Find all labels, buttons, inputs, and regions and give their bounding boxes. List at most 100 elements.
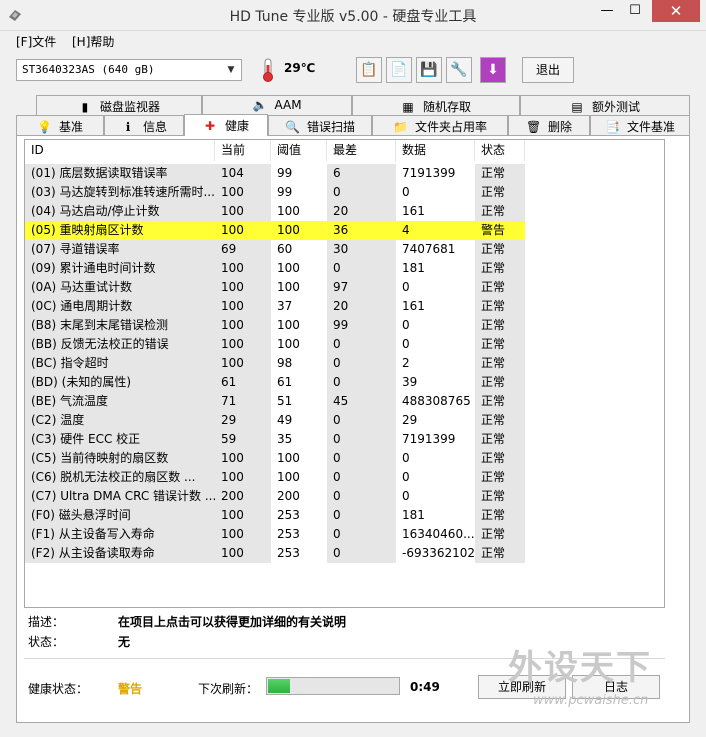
tab-benchmark[interactable]: 💡 基准 bbox=[16, 115, 104, 135]
table-row[interactable]: (09) 累计通电时间计数 100 100 0 181 正常 bbox=[25, 259, 525, 278]
table-row[interactable]: (F1) 从主设备写入寿命 100 253 0 16340460... 正常 bbox=[25, 525, 525, 544]
cell-current: 69 bbox=[215, 240, 271, 259]
cell-id: (C3) 硬件 ECC 校正 bbox=[25, 430, 215, 449]
save-button[interactable]: 💾 bbox=[416, 57, 442, 83]
table-row[interactable]: (0A) 马达重试计数 100 100 97 0 正常 bbox=[25, 278, 525, 297]
cell-current: 100 bbox=[215, 316, 271, 335]
header-status[interactable]: 状态 bbox=[475, 140, 525, 161]
cell-status: 正常 bbox=[475, 468, 525, 487]
cell-status: 正常 bbox=[475, 183, 525, 202]
table-row[interactable]: (C7) Ultra DMA CRC 错误计数 ... 200 200 0 0 正常 bbox=[25, 487, 525, 506]
cell-current: 100 bbox=[215, 525, 271, 544]
header-worst[interactable]: 最差 bbox=[327, 140, 396, 161]
table-row[interactable]: (07) 寻道错误率 69 60 30 7407681 正常 bbox=[25, 240, 525, 259]
tab-file-benchmark[interactable]: 📑 文件基准 bbox=[590, 115, 690, 135]
table-row[interactable]: (B8) 末尾到末尾错误检测 100 100 99 0 正常 bbox=[25, 316, 525, 335]
table-row[interactable]: (F0) 磁头悬浮时间 100 253 0 181 正常 bbox=[25, 506, 525, 525]
description-value: 在项目上点击可以获得更加详细的有关说明 bbox=[118, 615, 347, 629]
header-id[interactable]: ID bbox=[25, 140, 215, 161]
cell-worst: 0 bbox=[327, 335, 396, 354]
table-row[interactable]: (BE) 气流温度 71 51 45 488308765 正常 bbox=[25, 392, 525, 411]
cell-worst: 97 bbox=[327, 278, 396, 297]
cell-current: 200 bbox=[215, 487, 271, 506]
cell-id: (BC) 指令超时 bbox=[25, 354, 215, 373]
menu-help[interactable]: [H]帮助 bbox=[72, 33, 114, 50]
cell-current: 100 bbox=[215, 449, 271, 468]
exit-button[interactable]: 退出 bbox=[522, 57, 574, 83]
cell-current: 100 bbox=[221, 223, 244, 237]
table-row[interactable]: (04) 马达启动/停止计数 100 100 20 161 正常 bbox=[25, 202, 525, 221]
maximize-button[interactable]: ☐ bbox=[622, 0, 648, 22]
options-button[interactable]: 🔧 bbox=[446, 57, 472, 83]
refresh-progress-bar bbox=[266, 677, 400, 695]
cell-current: 100 bbox=[215, 259, 271, 278]
cell-id: (0A) 马达重试计数 bbox=[25, 278, 215, 297]
drive-select[interactable]: ST3640323AS (640 gB) ▼ bbox=[16, 59, 242, 81]
copy-info-button[interactable]: 📋 bbox=[356, 57, 382, 83]
table-row[interactable]: (05) 重映射扇区计数 100 100 36 4 警告 bbox=[25, 221, 525, 240]
table-row[interactable]: (03) 马达旋转到标准转速所需时... 100 99 0 0 正常 bbox=[25, 183, 525, 202]
cell-data: 181 bbox=[402, 261, 425, 275]
cell-threshold: 100 bbox=[277, 451, 300, 465]
header-data[interactable]: 数据 bbox=[396, 140, 475, 161]
cell-current: 100 bbox=[215, 354, 271, 373]
tab-folder-usage[interactable]: 📁 文件夹占用率 bbox=[372, 115, 508, 135]
tab-health[interactable]: ✚ 健康 bbox=[184, 114, 268, 136]
tab-erase[interactable]: 🗑 删除 bbox=[508, 115, 590, 135]
bar-chart-icon: ▮ bbox=[81, 100, 89, 114]
cell-worst: 20 bbox=[327, 297, 396, 316]
tab-random-access[interactable]: ▦ 随机存取 bbox=[352, 95, 520, 115]
close-button[interactable]: ✕ bbox=[652, 0, 700, 22]
cell-worst: 0 bbox=[327, 544, 396, 563]
cell-id: (04) 马达启动/停止计数 bbox=[25, 202, 215, 221]
table-row[interactable]: (BC) 指令超时 100 98 0 2 正常 bbox=[25, 354, 525, 373]
cell-threshold: 200 bbox=[277, 489, 300, 503]
cell-status: 警告 bbox=[481, 223, 506, 237]
chevron-down-icon: ▼ bbox=[227, 65, 235, 75]
cell-status: 正常 bbox=[475, 544, 525, 563]
menu-file[interactable]: [F]文件 bbox=[16, 33, 56, 50]
health-status-value: 警告 bbox=[118, 682, 143, 696]
cell-current: 29 bbox=[215, 411, 271, 430]
cell-id: (05) 重映射扇区计数 bbox=[31, 223, 144, 237]
table-row[interactable]: (C5) 当前待映射的扇区数 100 100 0 0 正常 bbox=[25, 449, 525, 468]
tab-disk-monitor[interactable]: ▮ 磁盘监视器 bbox=[36, 95, 202, 115]
header-current[interactable]: 当前 bbox=[215, 140, 271, 161]
tab-error-scan[interactable]: 🔍 错误扫描 bbox=[268, 115, 372, 135]
cell-current: 100 bbox=[215, 544, 271, 563]
extra-test-icon: ▤ bbox=[571, 100, 583, 114]
cell-status: 正常 bbox=[475, 487, 525, 506]
cell-id: (F0) 磁头悬浮时间 bbox=[25, 506, 215, 525]
cell-worst: 6 bbox=[327, 164, 396, 183]
description-label: 描述： bbox=[28, 615, 65, 629]
table-row[interactable]: (BD) (未知的属性) 61 61 0 39 正常 bbox=[25, 373, 525, 392]
cell-status: 正常 bbox=[475, 506, 525, 525]
cell-threshold: 100 bbox=[277, 204, 300, 218]
smart-table[interactable]: ID 当前 阈值 最差 数据 状态 (01) 底层数据读取错误率 104 99 6 71… bbox=[24, 139, 665, 608]
cell-status: 正常 bbox=[475, 525, 525, 544]
temperature-readout: 29℃ bbox=[284, 61, 316, 75]
minimize-button[interactable]: — bbox=[594, 0, 620, 22]
table-row[interactable]: (C2) 温度 29 49 0 29 正常 bbox=[25, 411, 525, 430]
header-threshold[interactable]: 阈值 bbox=[271, 140, 327, 161]
cell-data: 0 bbox=[402, 337, 410, 351]
cell-threshold: 253 bbox=[277, 546, 300, 560]
tab-extra-tests[interactable]: ▤ 额外测试 bbox=[520, 95, 690, 115]
table-row[interactable]: (BB) 反馈无法校正的错误 100 100 0 0 正常 bbox=[25, 335, 525, 354]
cell-worst: 0 bbox=[327, 430, 396, 449]
menu-bar: [F]文件 [H]帮助 bbox=[0, 30, 706, 52]
table-row[interactable]: (F2) 从主设备读取寿命 100 253 0 -693362102 正常 bbox=[25, 544, 525, 563]
copy-all-button[interactable]: 📄 bbox=[386, 57, 412, 83]
table-row[interactable]: (C6) 脱机无法校正的扇区数 ... 100 100 0 0 正常 bbox=[25, 468, 525, 487]
trash-icon: 🗑 bbox=[525, 120, 542, 134]
table-row[interactable]: (C3) 硬件 ECC 校正 59 35 0 7191399 正常 bbox=[25, 430, 525, 449]
table-row[interactable]: (01) 底层数据读取错误率 104 99 6 7191399 正常 bbox=[25, 164, 525, 183]
table-row[interactable]: (0C) 通电周期计数 100 37 20 161 正常 bbox=[25, 297, 525, 316]
tab-info[interactable]: ℹ 信息 bbox=[104, 115, 184, 135]
cell-id: (B8) 末尾到末尾错误检测 bbox=[25, 316, 215, 335]
download-button[interactable]: ⬇ bbox=[480, 57, 506, 83]
tab-aam[interactable]: 🔈 AAM bbox=[202, 95, 352, 115]
cell-threshold: 100 bbox=[277, 261, 300, 275]
cell-current: 100 bbox=[215, 335, 271, 354]
table-header: ID 当前 阈值 最差 数据 状态 bbox=[25, 140, 664, 162]
